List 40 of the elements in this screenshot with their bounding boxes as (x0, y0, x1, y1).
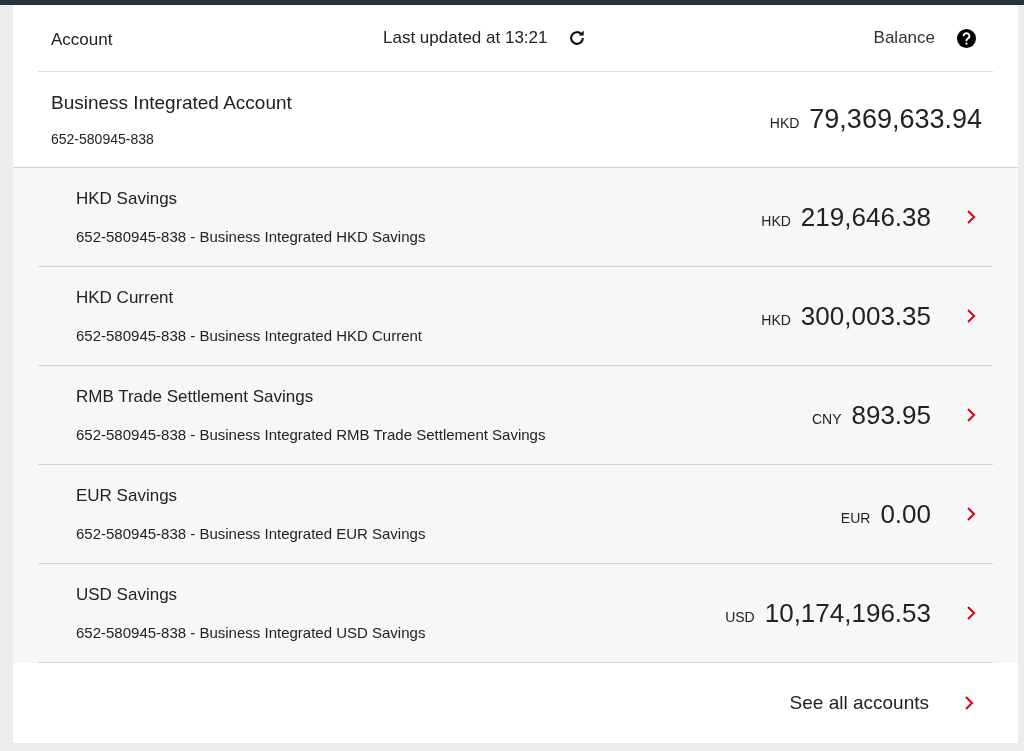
sub-account-description: 652-580945-838 - Business Integrated HKD Savings (76, 227, 426, 247)
sub-account-name: HKD Current (76, 286, 175, 309)
account-number: 652-580945-838 (51, 130, 155, 150)
sub-account-row[interactable]: USD Savings 652-580945-838 - Business Integrated USD Savings USD 10,174,196.53 (38, 564, 993, 663)
sub-account-name: USD Savings (76, 583, 179, 606)
sub-account-description: 652-580945-838 - Business Integrated HKD Current (76, 326, 423, 346)
sub-account-balance: 10,174,196.53 (764, 596, 931, 630)
help-icon[interactable] (957, 28, 976, 48)
sub-account-name: EUR Savings (76, 484, 179, 507)
sub-account-balance: 219,646.38 (800, 200, 931, 234)
sub-account-row[interactable]: HKD Current 652-580945-838 - Business Integrated HKD Current HKD 300,003.35 (38, 267, 993, 366)
currency-code: HKD (761, 310, 791, 330)
sub-account-name: HKD Savings (76, 187, 179, 210)
sub-account-row[interactable]: RMB Trade Settlement Savings 652-580945-838 - Business Integrated RMB Trade Settlement Savings CNY 893.95 (38, 366, 993, 465)
account-balance: 79,369,633.94 (809, 103, 982, 137)
currency-code: CNY (811, 409, 842, 429)
sub-account-row[interactable]: EUR Savings 652-580945-838 - Business Integrated EUR Savings EUR 0.00 (38, 465, 993, 564)
see-all-accounts-link[interactable]: See all accounts (789, 688, 929, 718)
chevron-right-icon (966, 506, 976, 522)
chevron-right-icon (966, 605, 976, 621)
chevron-right-icon (964, 695, 974, 711)
currency-code: EUR (840, 508, 871, 528)
account-column-label: Account (50, 29, 114, 52)
currency-code: HKD (769, 114, 800, 134)
sub-account-row[interactable]: HKD Savings 652-580945-838 - Business Integrated HKD Savings HKD 219,646.38 (38, 168, 993, 267)
chevron-right-icon (966, 407, 976, 423)
sub-account-description: 652-580945-838 - Business Integrated USD Savings (76, 623, 426, 643)
currency-code: USD (725, 607, 755, 627)
sub-account-balance: 0.00 (880, 497, 931, 531)
sub-account-balance: 893.95 (851, 398, 931, 432)
sub-account-balance: 300,003.35 (800, 299, 931, 333)
sub-account-description: 652-580945-838 - Business Integrated RMB Trade Settlement Savings (76, 425, 546, 445)
sub-account-description: 652-580945-838 - Business Integrated EUR Savings (76, 524, 426, 544)
currency-code: HKD (761, 211, 791, 231)
chevron-right-icon (966, 308, 976, 324)
last-updated-text: Last updated at 13:21 (383, 27, 548, 50)
account-name: Business Integrated Account (51, 90, 292, 115)
balance-column-label: Balance (873, 27, 935, 50)
chevron-right-icon (966, 209, 976, 225)
sub-account-name: RMB Trade Settlement Savings (76, 385, 315, 408)
